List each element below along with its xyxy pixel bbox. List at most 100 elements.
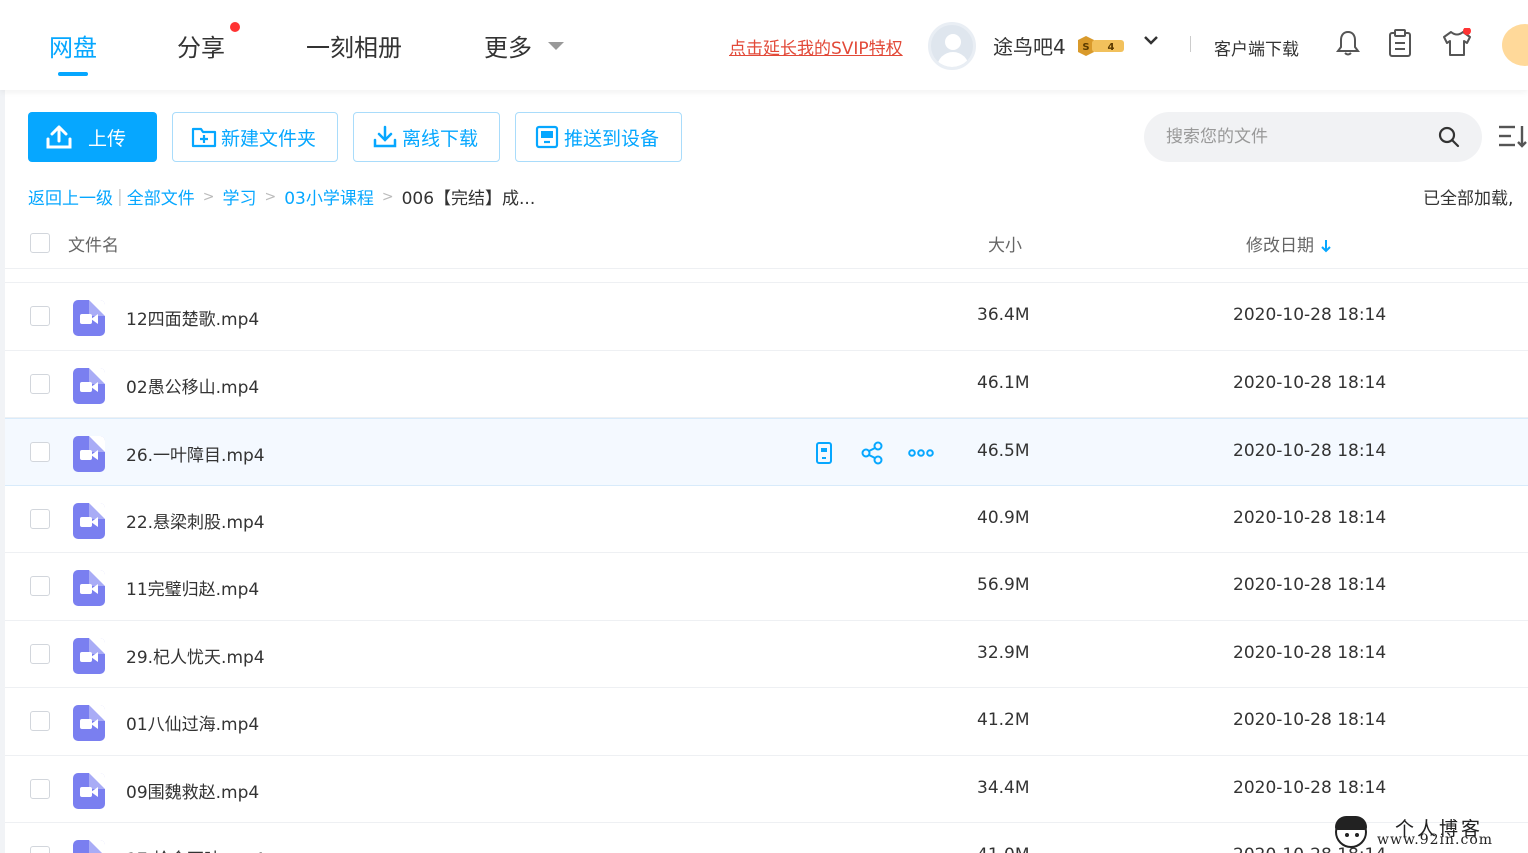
header-filename[interactable]: 文件名 — [68, 231, 119, 256]
membership-avatar[interactable] — [1502, 24, 1528, 66]
search-input[interactable] — [1166, 124, 1426, 150]
table-row[interactable]: 11完璧归赵.mp4 56.9M 2020-10-28 18:14 — [5, 553, 1528, 621]
push-to-device-button[interactable]: 推送到设备 — [515, 112, 682, 162]
tab-moment-album[interactable]: 一刻相册 — [306, 28, 402, 63]
load-status-text: 已全部加载, — [1423, 189, 1514, 209]
blog-watermark: 个人博客 www.92in.com — [1335, 812, 1525, 852]
breadcrumb-all-files[interactable]: 全部文件 — [127, 189, 195, 209]
row-checkbox[interactable] — [30, 711, 50, 731]
device-icon — [535, 125, 559, 149]
more-dropdown-icon[interactable] — [548, 42, 564, 50]
offline-download-button[interactable]: 离线下载 — [353, 112, 500, 162]
file-search-box[interactable] — [1144, 112, 1482, 162]
partial-row-top — [5, 270, 1528, 283]
row-checkbox[interactable] — [30, 508, 50, 529]
svip-level-badge: S 4 — [1078, 36, 1124, 56]
chevron-down-icon[interactable] — [1143, 34, 1159, 46]
tab-share[interactable]: 分享 — [177, 28, 225, 63]
file-name[interactable]: 29.杞人忧天.mp4 — [126, 643, 265, 668]
file-name[interactable]: 12四面楚歌.mp4 — [126, 305, 259, 330]
file-name[interactable]: 02愚公移山.mp4 — [126, 373, 259, 398]
breadcrumb-current: 006【完结】成... — [401, 189, 536, 209]
row-checkbox[interactable] — [30, 643, 50, 664]
file-list: 12四面楚歌.mp4 36.4M 2020-10-28 18:14 02愚公移山… — [5, 283, 1528, 853]
watermark-url: www.92in.com — [1377, 832, 1494, 848]
nav-divider — [1190, 36, 1191, 52]
client-download-link[interactable]: 客户端下载 — [1214, 35, 1299, 60]
table-row-partial[interactable]: 17.拾金不昧.mp4 41.0M 2020-10-28 18:14 — [5, 823, 1528, 853]
file-date: 2020-10-28 18:14 — [1233, 372, 1387, 393]
row-checkbox[interactable] — [30, 373, 50, 394]
extend-svip-link[interactable]: 点击延长我的SVIP特权 — [729, 34, 903, 59]
top-navigation-bar: 网盘 分享 一刻相册 更多 点击延长我的SVIP特权 途鸟吧4 S 4 客户端下… — [0, 0, 1528, 90]
share-notification-dot — [230, 22, 240, 32]
file-name[interactable]: 26.一叶障目.mp4 — [126, 441, 265, 466]
file-date: 2020-10-28 18:14 — [1233, 642, 1387, 663]
user-avatar[interactable] — [928, 22, 976, 70]
username[interactable]: 途鸟吧4 — [993, 31, 1066, 60]
push-device-icon[interactable] — [812, 441, 836, 465]
header-size[interactable]: 大小 — [988, 231, 1022, 256]
upload-label: 上传 — [88, 127, 127, 150]
file-table-header: 文件名 大小 修改日期 — [5, 215, 1528, 269]
svip-s-letter: S — [1082, 42, 1089, 53]
table-row[interactable]: 09围魏救赵.mp4 34.4M 2020-10-28 18:14 — [5, 756, 1528, 823]
upload-button[interactable]: 上传 — [28, 112, 157, 162]
video-file-icon — [73, 300, 105, 336]
file-date: 2020-10-28 18:14 — [1233, 507, 1387, 528]
offline-download-label: 离线下载 — [402, 127, 479, 150]
file-size: 41.0M — [977, 845, 1030, 853]
row-checkbox[interactable] — [30, 576, 50, 596]
file-size: 46.1M — [977, 372, 1030, 393]
file-size: 36.4M — [977, 305, 1030, 325]
file-date: 2020-10-28 18:14 — [1233, 777, 1387, 798]
video-file-icon — [73, 570, 105, 606]
file-date: 2020-10-28 18:14 — [1233, 441, 1387, 461]
new-folder-icon — [191, 127, 217, 148]
push-to-device-label: 推送到设备 — [564, 127, 660, 150]
breadcrumb-back[interactable]: 返回上一级 — [28, 189, 113, 209]
breadcrumb: 返回上一级 | 全部文件 > 学习 >03小学课程 >006【完结】成... — [28, 186, 536, 210]
tshirt-icon[interactable] — [1441, 28, 1473, 58]
table-row[interactable]: 02愚公移山.mp4 46.1M 2020-10-28 18:14 — [5, 351, 1528, 418]
file-size: 56.9M — [977, 575, 1030, 595]
clipboard-icon[interactable] — [1386, 28, 1414, 58]
breadcrumb-study[interactable]: 学习 — [222, 189, 256, 209]
breadcrumb-primary-courses[interactable]: 03小学课程 — [284, 189, 374, 209]
video-file-icon — [73, 772, 105, 809]
bell-icon[interactable] — [1334, 28, 1362, 58]
video-file-icon — [73, 502, 105, 539]
file-name[interactable]: 17.拾金不昧.mp4 — [126, 845, 265, 853]
table-row[interactable]: 01八仙过海.mp4 41.2M 2020-10-28 18:14 — [5, 688, 1528, 756]
new-folder-label: 新建文件夹 — [221, 127, 317, 150]
table-row-hovered[interactable]: 26.一叶障目.mp4 46.5M 2020-10-28 18:14 — [5, 418, 1528, 486]
row-checkbox[interactable] — [30, 442, 50, 462]
active-tab-indicator — [58, 72, 88, 76]
table-row[interactable]: 29.杞人忧天.mp4 32.9M 2020-10-28 18:14 — [5, 621, 1528, 688]
tab-more[interactable]: 更多 — [484, 28, 532, 63]
file-size: 46.5M — [977, 441, 1030, 461]
video-file-icon — [73, 637, 105, 674]
row-checkbox[interactable] — [30, 846, 50, 853]
video-file-icon — [73, 367, 105, 404]
row-checkbox[interactable] — [30, 306, 50, 326]
file-name[interactable]: 22.悬梁刺股.mp4 — [126, 508, 265, 533]
row-checkbox[interactable] — [30, 778, 50, 799]
file-size: 34.4M — [977, 777, 1030, 798]
more-options-icon[interactable] — [908, 441, 934, 465]
file-name[interactable]: 09围魏救赵.mp4 — [126, 778, 259, 803]
tab-netdisk[interactable]: 网盘 — [49, 28, 97, 63]
file-date: 2020-10-28 18:14 — [1233, 575, 1387, 595]
table-row[interactable]: 22.悬梁刺股.mp4 40.9M 2020-10-28 18:14 — [5, 486, 1528, 553]
share-icon[interactable] — [860, 441, 884, 465]
table-row[interactable]: 12四面楚歌.mp4 36.4M 2020-10-28 18:14 — [5, 283, 1528, 351]
file-size: 41.2M — [977, 710, 1030, 730]
list-sort-icon[interactable] — [1497, 123, 1528, 149]
file-name[interactable]: 11完璧归赵.mp4 — [126, 575, 259, 600]
search-icon[interactable] — [1438, 126, 1460, 148]
new-folder-button[interactable]: 新建文件夹 — [172, 112, 338, 162]
sort-desc-icon — [1321, 240, 1331, 253]
select-all-checkbox[interactable] — [30, 233, 50, 253]
header-modified-date[interactable]: 修改日期 — [1246, 231, 1332, 256]
file-name[interactable]: 01八仙过海.mp4 — [126, 710, 259, 735]
